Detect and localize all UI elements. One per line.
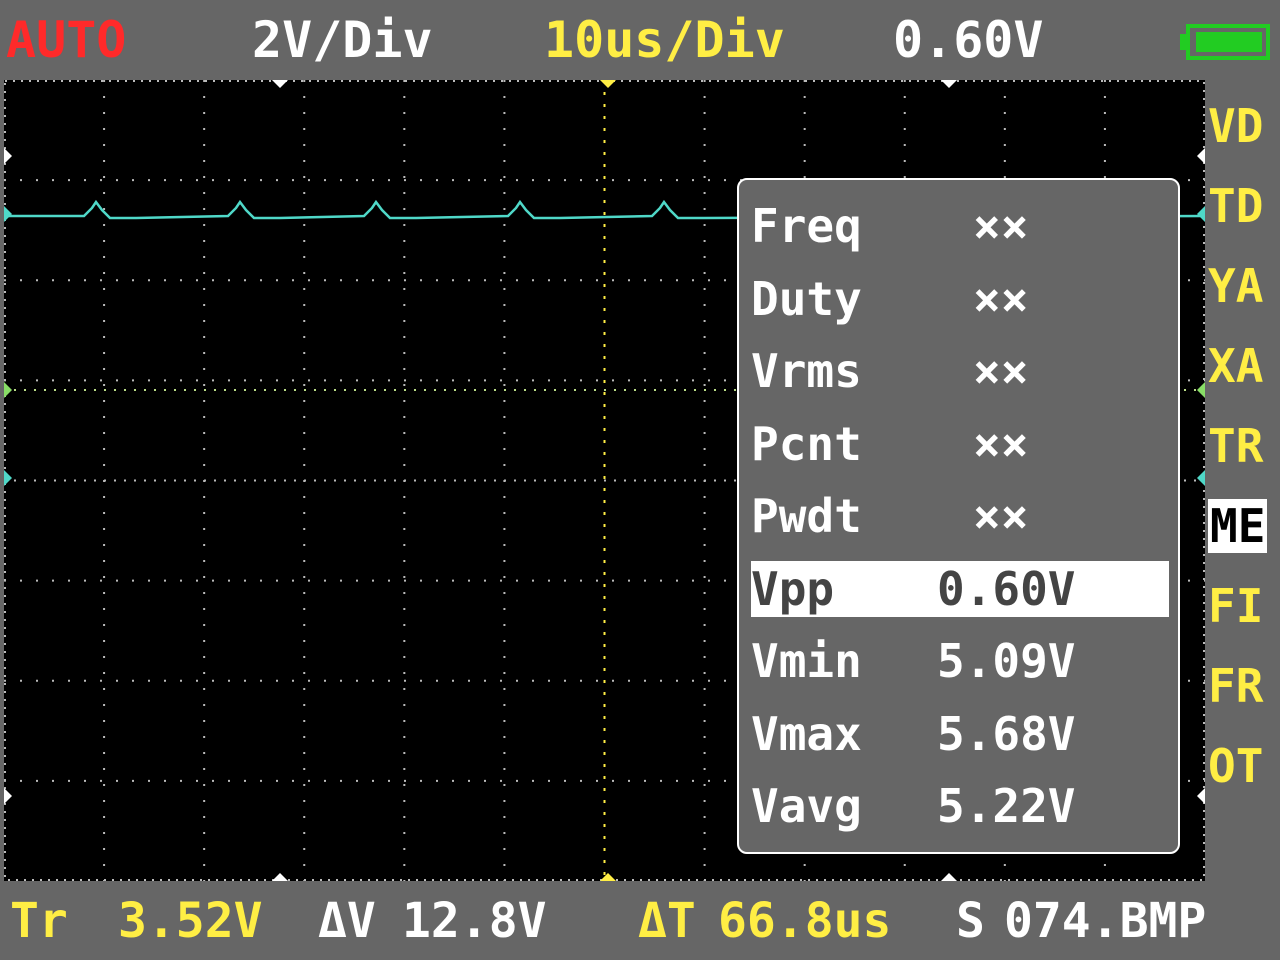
menu-item-label: TD (1208, 179, 1264, 233)
menu-item-label: VD (1208, 99, 1264, 153)
measurement-row-pwdt[interactable]: Pwdt ×× (751, 488, 1169, 544)
save-file-label: S (956, 893, 985, 949)
measurement-label: Vmax (751, 706, 862, 761)
delta-v-value: 12.8V (402, 893, 547, 949)
measurement-row-vmax[interactable]: Vmax 5.68V (751, 706, 1169, 762)
cursor-marker (941, 80, 957, 88)
level-marker (1197, 470, 1205, 486)
battery-full-icon (1180, 24, 1270, 60)
cursor-marker (600, 80, 616, 88)
level-marker (1197, 788, 1205, 804)
measurement-label: Vpp (751, 561, 835, 616)
menu-item-fr[interactable]: FR (1208, 656, 1280, 736)
menu-item-td[interactable]: TD (1208, 176, 1280, 256)
cursor-marker (941, 873, 957, 881)
measurement-row-vpp[interactable]: Vpp 0.60V (751, 560, 1169, 617)
side-menu: VD TD YA XA TR ME FI FR OT (1208, 96, 1280, 816)
measurement-value: ×× (973, 199, 1029, 253)
measurement-row-duty[interactable]: Duty ×× (751, 271, 1169, 327)
status-bar: AUTO 2V/Div 10us/Div 0.60V (0, 0, 1280, 123)
save-file-name[interactable]: 074.BMP (1004, 888, 1206, 954)
level-marker (1197, 206, 1205, 222)
measurement-value: ×× (973, 416, 1029, 471)
trigger-level-value: 3.52V (118, 893, 263, 949)
vertical-offset[interactable]: 0.60V (893, 8, 1044, 72)
measurement-row-pcnt[interactable]: Pcnt ×× (751, 416, 1169, 472)
menu-item-xa[interactable]: XA (1208, 336, 1280, 416)
trigger-mode[interactable]: AUTO (6, 8, 126, 72)
menu-item-ya[interactable]: YA (1208, 256, 1280, 336)
delta-t-value: 66.8us (718, 893, 892, 949)
measurement-value: 0.60V (937, 561, 1076, 616)
menu-item-label: XA (1208, 339, 1264, 393)
menu-item-label: YA (1208, 259, 1264, 313)
measurement-row-vrms[interactable]: Vrms ×× (751, 343, 1169, 399)
level-marker (4, 788, 12, 804)
measurement-label: Freq (751, 199, 862, 253)
menu-item-fi[interactable]: FI (1208, 576, 1280, 656)
level-marker (4, 206, 12, 222)
footer-bar: Tr 3.52V ΔV 12.8V ΔT 66.8us S 074.BMP (0, 888, 1280, 960)
cursor-marker (272, 80, 288, 88)
cursor-marker (600, 873, 616, 881)
measurement-label: Vavg (751, 779, 862, 833)
menu-item-tr[interactable]: TR (1208, 416, 1280, 496)
level-marker (4, 382, 12, 398)
measurement-label: Duty (751, 271, 862, 326)
menu-item-label: ME (1208, 499, 1268, 553)
measurement-value: 5.22V (937, 779, 1076, 833)
measurement-label: Vmin (751, 634, 862, 688)
level-marker (4, 470, 12, 486)
trigger-level-label: Tr (10, 893, 68, 949)
level-marker (1197, 382, 1205, 398)
menu-item-vd[interactable]: VD (1208, 96, 1280, 176)
menu-item-label: OT (1208, 739, 1264, 793)
delta-t-label: ΔT (638, 893, 696, 949)
menu-item-label: FR (1208, 659, 1264, 713)
measurement-value: 5.68V (937, 706, 1076, 761)
menu-item-me[interactable]: ME (1208, 496, 1280, 576)
delta-v-label: ΔV (318, 893, 376, 949)
cursor-marker (272, 873, 288, 881)
measurement-row-vavg[interactable]: Vavg 5.22V (751, 778, 1169, 834)
measurement-value: ×× (973, 344, 1029, 398)
level-marker (4, 148, 12, 164)
menu-item-label: FI (1208, 579, 1264, 633)
measurement-row-vmin[interactable]: Vmin 5.09V (751, 633, 1169, 689)
measurement-value: ×× (973, 489, 1029, 543)
menu-item-ot[interactable]: OT (1208, 736, 1280, 816)
time-per-div[interactable]: 10us/Div (544, 8, 785, 72)
measurement-label: Vrms (751, 344, 862, 398)
volts-per-div[interactable]: 2V/Div (252, 8, 433, 72)
measurement-value: 5.09V (937, 634, 1076, 688)
level-marker (1197, 148, 1205, 164)
menu-item-label: TR (1208, 419, 1264, 473)
measurement-label: Pcnt (751, 416, 862, 471)
measurement-value: ×× (973, 271, 1029, 326)
measurement-label: Pwdt (751, 489, 862, 543)
measurement-row-freq[interactable]: Freq ×× (751, 198, 1169, 254)
measurement-panel: Freq ×× Duty ×× Vrms ×× Pcnt ×× Pwdt ×× Vpp 0.60V Vm… (737, 178, 1180, 854)
